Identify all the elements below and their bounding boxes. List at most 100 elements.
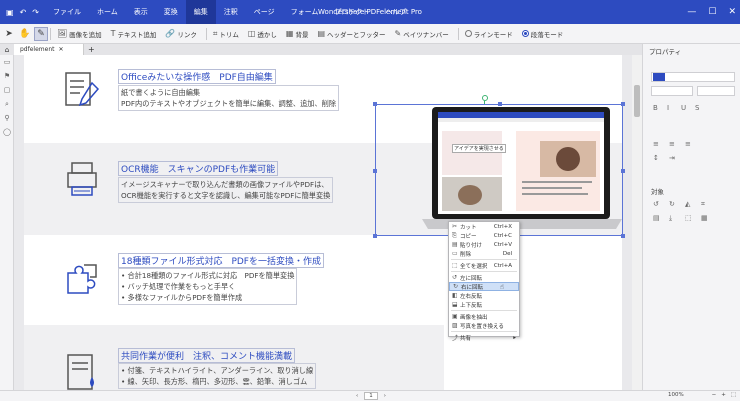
bookmark-icon[interactable]: ⚑ xyxy=(0,69,14,83)
rotate-handle[interactable] xyxy=(482,95,488,101)
menu-item-extract-image[interactable]: ▣ 画像を抽出 xyxy=(449,312,519,321)
align-left-icon[interactable]: ≡ xyxy=(653,140,659,148)
align-center-icon[interactable]: ≡ xyxy=(669,140,675,148)
resize-handle[interactable] xyxy=(373,102,377,106)
watermark-button[interactable]: ◫ 透かし xyxy=(248,29,277,39)
menu-item-rotate-right[interactable]: ↻ 右に回転 ☝ xyxy=(449,282,519,291)
flip-icon[interactable]: ◭ xyxy=(685,200,690,208)
menu-help[interactable]: ヘルプ xyxy=(377,0,414,24)
close-tab-icon[interactable]: ✕ xyxy=(58,46,63,53)
minimize-icon[interactable]: — xyxy=(687,7,696,17)
save-icon[interactable]: ▣ xyxy=(6,8,14,17)
menu-page[interactable]: ページ xyxy=(246,0,283,24)
menu-item-cut[interactable]: ✂ カット Ctrl+X xyxy=(449,222,519,231)
feature-title[interactable]: Officeみたいな操作感 PDF自由編集 xyxy=(118,69,276,84)
trim-button[interactable]: ⌗ トリム xyxy=(213,29,239,39)
close-icon[interactable]: ✕ xyxy=(728,7,736,17)
menu-comment[interactable]: 注釈 xyxy=(216,0,246,24)
document-area: Officeみたいな操作感 PDF自由編集 紙で書くように自由編集 PDF内のテ… xyxy=(14,55,632,390)
font-select[interactable] xyxy=(651,72,735,82)
menu-separator xyxy=(451,331,517,332)
menu-item-share[interactable]: ⤴ 共有 ▸ xyxy=(449,333,519,343)
select-cursor-icon[interactable]: ➤ xyxy=(2,27,16,41)
feature-title[interactable]: OCR機能 スキャンのPDFも作業可能 xyxy=(118,161,279,176)
background-icon: ▦ xyxy=(285,29,294,38)
edit-mode-icon[interactable]: ✎ xyxy=(34,26,48,41)
rotate-left-icon[interactable]: ↺ xyxy=(653,200,659,208)
feature-text[interactable]: • 付箋、テキストハイライト、アンダーライン、取り消し線 • 線、矢印、長方形、… xyxy=(118,363,317,389)
menu-item-replace-image[interactable]: ▨ 写真を置き換える xyxy=(449,321,519,330)
add-image-button[interactable]: 🖼 画像を追加 xyxy=(57,29,102,39)
menu-edit[interactable]: 編集 xyxy=(185,0,216,24)
rotate-right-icon[interactable]: ↻ xyxy=(669,200,675,208)
feature-title[interactable]: 18種類ファイル形式対応 PDFを一括変換・作成 xyxy=(118,253,324,268)
bold-icon[interactable]: B xyxy=(653,104,658,112)
bates-button[interactable]: ✎ ベイツナンバー xyxy=(395,29,449,39)
resize-handle[interactable] xyxy=(621,234,625,238)
attachment-icon[interactable]: ⚲ xyxy=(0,111,14,125)
vertical-scrollbar[interactable] xyxy=(632,55,642,390)
menu-convert[interactable]: 変換 xyxy=(156,0,186,24)
font-color-select[interactable] xyxy=(697,86,735,96)
paragraph-mode-radio[interactable]: 段落モード xyxy=(521,29,563,39)
line-spacing-icon[interactable]: ↕ xyxy=(653,154,659,162)
next-page-icon[interactable]: › xyxy=(384,393,386,399)
maximize-icon[interactable]: ☐ xyxy=(708,7,716,17)
feature-text[interactable]: • 合計18種類のファイル形式に対応 PDFを簡単変換 • バッチ処理で作業をも… xyxy=(118,268,298,305)
background-button[interactable]: ▦ 背景 xyxy=(286,29,309,39)
resize-handle[interactable] xyxy=(373,234,377,238)
zoom-in-icon[interactable]: + xyxy=(721,392,726,398)
replace-icon[interactable]: ▤ xyxy=(653,214,660,222)
menu-item-select-all[interactable]: ⬚ 全てを選択 Ctrl+A xyxy=(449,261,519,270)
resize-handle[interactable] xyxy=(498,102,502,106)
italic-icon[interactable]: I xyxy=(667,104,669,112)
thumbnail-icon[interactable]: ▭ xyxy=(0,55,14,69)
resize-handle[interactable] xyxy=(373,169,377,173)
zoom-level[interactable]: 100% xyxy=(668,392,684,398)
menu-item-delete[interactable]: ▭ 削除 Del xyxy=(449,249,519,258)
line-mode-radio[interactable]: ラインモード xyxy=(464,29,513,39)
hand-tool-icon[interactable]: ✋ xyxy=(18,27,32,41)
indent-icon[interactable]: ⇥ xyxy=(669,154,675,162)
distribute-icon[interactable]: ▦ xyxy=(701,214,708,222)
feature-text[interactable]: 紙で書くように自由編集 PDF内のテキストやオブジェクトを簡単に編集、調整、追加… xyxy=(118,85,340,111)
search-icon[interactable]: ⌕ xyxy=(0,97,14,111)
prev-page-icon[interactable]: ‹ xyxy=(356,393,358,399)
comment-icon[interactable]: ▢ xyxy=(0,83,14,97)
zoom-out-icon[interactable]: − xyxy=(712,392,717,398)
align-objects-icon[interactable]: ⬚ xyxy=(685,214,692,222)
strike-icon[interactable]: S xyxy=(695,104,699,112)
divider xyxy=(457,27,459,40)
menu-form[interactable]: フォーム xyxy=(283,0,327,24)
menu-protect[interactable]: プロテクト xyxy=(326,0,377,24)
fit-page-icon[interactable]: ⬚ xyxy=(731,392,736,398)
menu-item-copy[interactable]: ⎘ コピー Ctrl+C xyxy=(449,231,519,240)
signature-icon[interactable]: ◯ xyxy=(0,125,14,139)
resize-handle[interactable] xyxy=(621,102,625,106)
extract-icon[interactable]: ⤓ xyxy=(669,214,672,223)
header-footer-button[interactable]: ▤ ヘッダーとフッター xyxy=(317,29,385,39)
add-text-button[interactable]: T テキスト追加 xyxy=(111,29,157,39)
submenu-arrow-icon: ▸ xyxy=(513,334,516,341)
feature-title[interactable]: 共同作業が便利 注釈、コメント機能満載 xyxy=(118,348,296,363)
menu-item-paste[interactable]: ▤ 貼り付け Ctrl+V xyxy=(449,240,519,249)
new-tab-icon[interactable]: + xyxy=(88,45,95,54)
undo-icon[interactable]: ↶ xyxy=(20,8,27,17)
menu-file[interactable]: ファイル xyxy=(45,0,89,24)
align-right-icon[interactable]: ≡ xyxy=(685,140,691,148)
menu-item-flip-horizontal[interactable]: ◧ 左右反転 xyxy=(449,291,519,300)
font-size-select[interactable] xyxy=(651,86,693,96)
menu-view[interactable]: 表示 xyxy=(126,0,156,24)
page-number-input[interactable]: 1 xyxy=(364,392,378,400)
redo-icon[interactable]: ↷ xyxy=(32,8,39,17)
scrollbar-thumb[interactable] xyxy=(634,85,640,117)
menu-item-rotate-left[interactable]: ↺ 左に回転 xyxy=(449,273,519,282)
link-button[interactable]: 🔗 リンク xyxy=(165,29,196,39)
tab-document[interactable]: pdfelement ✕ xyxy=(14,44,84,55)
menu-home[interactable]: ホーム xyxy=(89,0,126,24)
menu-item-flip-vertical[interactable]: ⬓ 上下反転 xyxy=(449,300,519,309)
underline-icon[interactable]: U xyxy=(681,104,686,112)
crop-icon[interactable]: ⌗ xyxy=(701,200,705,209)
feature-text[interactable]: イメージスキャナーで取り込んだ書類の画像ファイルやPDFは、 OCR機能を実行す… xyxy=(118,177,334,203)
home-icon[interactable]: ⌂ xyxy=(0,46,14,54)
